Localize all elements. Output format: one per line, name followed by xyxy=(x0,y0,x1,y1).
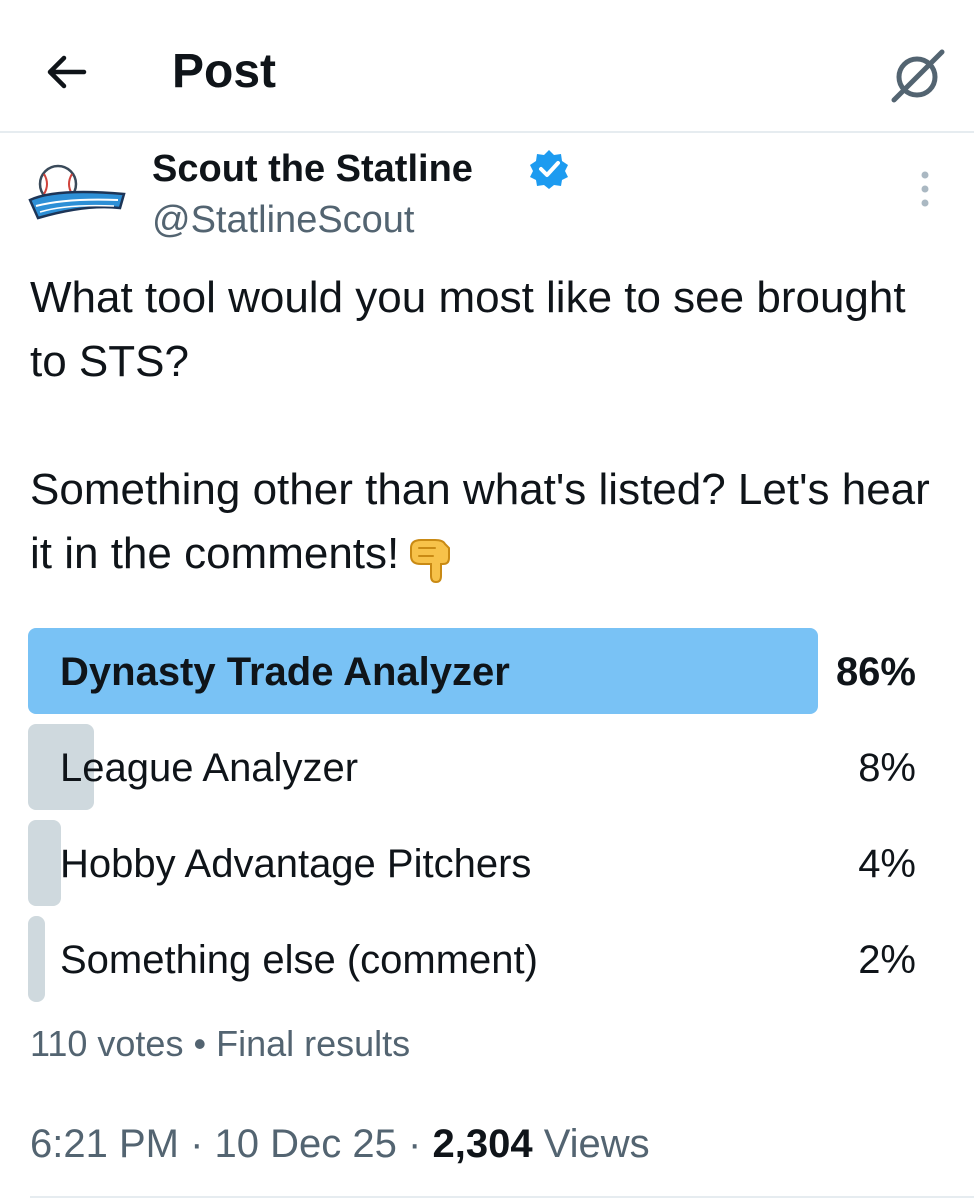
scout-the-statline-logo xyxy=(28,164,126,220)
poll-bar xyxy=(28,820,61,906)
poll-option: Something else (comment) 2% xyxy=(28,916,916,1004)
tweet-date[interactable]: 10 Dec 25 xyxy=(215,1122,397,1166)
back-arrow-icon xyxy=(47,55,87,89)
poll-option-label: Hobby Advantage Pitchers xyxy=(60,842,532,886)
poll-option-percent: 86% xyxy=(835,650,916,694)
timestamp-dot: · xyxy=(408,1122,422,1166)
poll-option-label: Dynasty Trade Analyzer xyxy=(60,650,510,694)
top-bar: Post xyxy=(0,0,974,132)
tweet-time[interactable]: 6:21 PM xyxy=(30,1122,179,1166)
grok-icon xyxy=(891,49,945,103)
poll-option-percent: 4% xyxy=(858,842,916,886)
poll-option-label: League Analyzer xyxy=(60,746,359,790)
timestamp-dot: · xyxy=(190,1122,204,1166)
poll-meta: 110 votes • Final results xyxy=(30,1022,410,1066)
views-count[interactable]: 2,304 xyxy=(432,1122,532,1166)
tweet-text: What tool would you most like to see bro… xyxy=(30,266,940,586)
poll-separator: • xyxy=(193,1023,207,1064)
more-options-button[interactable] xyxy=(910,166,940,212)
poll-option: Dynasty Trade Analyzer 86% xyxy=(28,628,916,716)
tweet-paragraph-2-text: Something other than what's listed? Let'… xyxy=(30,465,930,578)
poll-option-percent: 8% xyxy=(858,746,916,790)
avatar[interactable] xyxy=(26,160,128,232)
tweet-paragraph-2: Something other than what's listed? Let'… xyxy=(30,458,940,586)
header-divider xyxy=(0,131,974,133)
bottom-divider xyxy=(30,1196,974,1198)
poll-option: League Analyzer 8% xyxy=(28,724,916,812)
poll-votes: 110 votes xyxy=(30,1023,184,1064)
author-name[interactable]: Scout the Statline xyxy=(152,146,473,192)
verified-icon xyxy=(530,150,568,189)
verified-badge xyxy=(528,148,570,190)
page-title: Post xyxy=(172,45,277,98)
author-handle[interactable]: @StatlineScout xyxy=(152,198,415,242)
grok-button[interactable] xyxy=(884,40,954,110)
poll-status: Final results xyxy=(216,1023,411,1064)
more-vertical-icon xyxy=(921,171,929,207)
poll-bar xyxy=(28,916,45,1002)
views-label[interactable]: Views xyxy=(544,1122,650,1166)
poll-option-percent: 2% xyxy=(858,938,916,982)
tweet-timestamp: 6:21 PM · 10 Dec 25 · 2,304 Views xyxy=(30,1118,650,1170)
poll-option-label: Something else (comment) xyxy=(60,938,538,982)
back-button[interactable] xyxy=(38,44,94,100)
poll-option: Hobby Advantage Pitchers 4% xyxy=(28,820,916,908)
point-down-emoji-icon xyxy=(405,526,465,586)
tweet-paragraph-1: What tool would you most like to see bro… xyxy=(30,273,906,386)
